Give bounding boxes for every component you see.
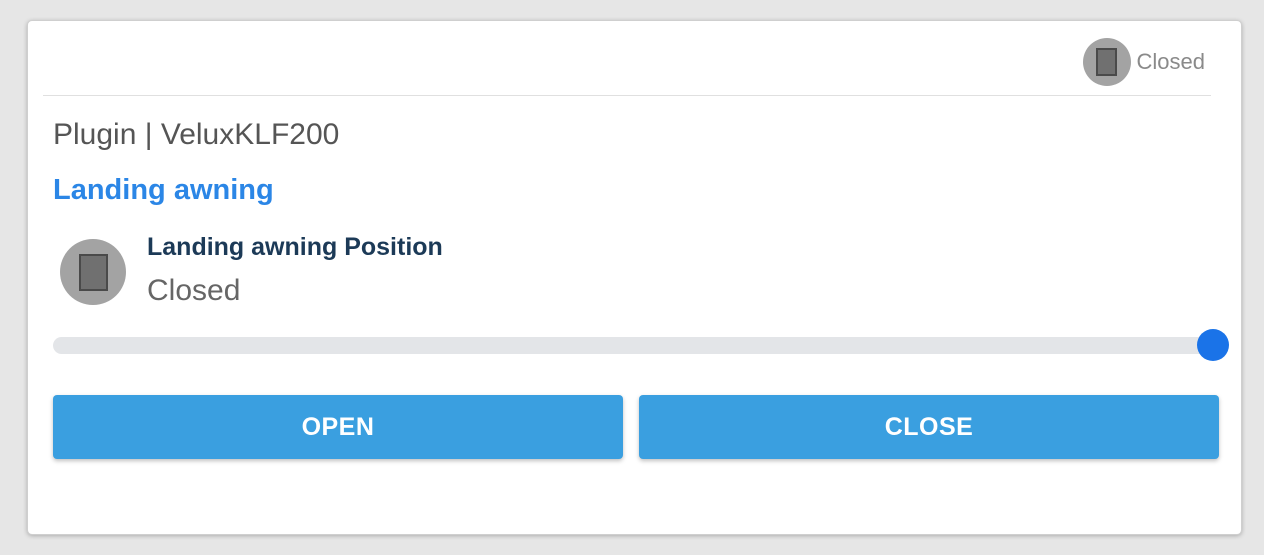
card-header: Closed xyxy=(43,21,1211,96)
device-card: Closed Plugin | VeluxKLF200 Landing awni… xyxy=(27,20,1242,535)
door-closed-icon xyxy=(60,239,126,305)
close-button[interactable]: CLOSE xyxy=(639,395,1219,459)
header-status: Closed xyxy=(1082,38,1205,86)
header-status-label: Closed xyxy=(1136,49,1205,74)
door-shape xyxy=(1096,48,1118,76)
state-value: Closed xyxy=(147,274,241,307)
door-shape xyxy=(78,253,108,291)
plugin-label: Plugin | VeluxKLF200 xyxy=(53,118,340,151)
state-row: Landing awning Position Closed xyxy=(60,231,443,308)
device-title[interactable]: Landing awning xyxy=(53,174,274,207)
state-name: Landing awning Position xyxy=(147,233,443,261)
open-button[interactable]: OPEN xyxy=(53,395,623,459)
position-slider-thumb[interactable] xyxy=(1197,329,1229,361)
door-closed-icon xyxy=(1082,38,1131,86)
position-slider-track[interactable] xyxy=(53,337,1213,354)
state-text: Landing awning Position Closed xyxy=(147,231,443,308)
